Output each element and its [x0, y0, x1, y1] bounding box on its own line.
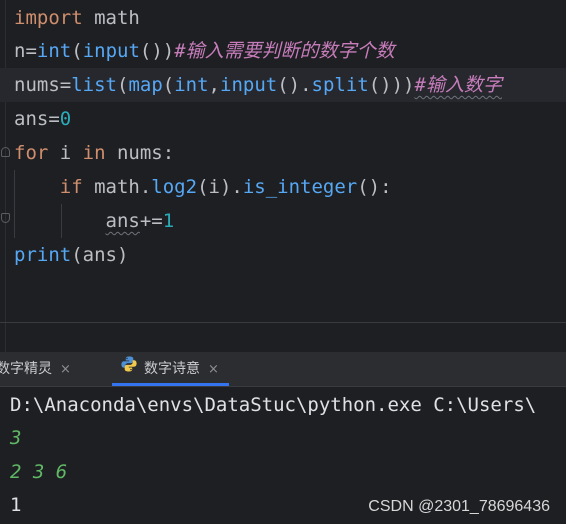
code-token: import	[14, 7, 83, 29]
code-token: is_integer	[242, 176, 358, 198]
code-token: for	[14, 142, 49, 164]
run-console[interactable]: D:\Anaconda\envs\DataStuc\python.exe C:\…	[0, 387, 566, 524]
code-token: ans	[105, 210, 140, 232]
code-token: int	[36, 40, 72, 62]
code-token: print	[14, 244, 72, 266]
tab-label: 数字精灵	[0, 361, 52, 377]
code-token: in	[82, 142, 106, 164]
code-token: #输入数字	[414, 74, 502, 96]
code-line-text: n=int(input())#输入需要判断的数字个数	[14, 34, 395, 68]
code-token: =	[25, 40, 37, 62]
code-line-text: nums=list(map(int,input().split()))#输入数字	[14, 68, 502, 102]
code-token: ()))	[368, 74, 415, 96]
code-token: (	[162, 74, 175, 96]
code-editor[interactable]: import math n=int(input())#输入需要判断的数字个数 num…	[0, 0, 566, 352]
code-line-text: import math	[14, 1, 140, 35]
code-line[interactable]: ans+=1	[0, 204, 566, 238]
code-token: (	[71, 40, 83, 62]
code-token: (	[116, 74, 129, 96]
code-line[interactable]: nums=list(map(int,input().split()))#输入数字	[0, 68, 566, 102]
fold-marker-for-icon[interactable]	[1, 147, 10, 157]
close-icon[interactable]: ×	[60, 362, 71, 377]
code-token: i	[48, 142, 83, 164]
indent-guide	[14, 170, 15, 238]
python-icon	[120, 352, 138, 386]
code-line-text: for i in nums:	[14, 136, 174, 170]
code-token: 1	[162, 210, 175, 232]
code-token: ans	[14, 108, 49, 130]
code-token: ():	[357, 176, 392, 198]
code-line-text: if math.log2(i).is_integer():	[14, 170, 392, 204]
code-token: int	[174, 74, 209, 96]
console-output-line: 1	[10, 494, 22, 516]
code-line-text: ans=0	[14, 102, 71, 136]
code-token: input	[82, 40, 140, 62]
console-command-line: D:\Anaconda\envs\DataStuc\python.exe C:\…	[10, 394, 537, 416]
code-token: ())	[139, 40, 175, 62]
code-line[interactable]: for i in nums:	[0, 136, 566, 170]
code-token: list	[71, 74, 117, 96]
code-token: n	[14, 40, 26, 62]
code-line-text: ans+=1	[14, 204, 175, 238]
fold-marker-end-icon[interactable]	[1, 213, 10, 223]
run-tool-tabs: 数字精灵 × 数字诗意 ×	[0, 352, 566, 387]
tab-run-config-1[interactable]: 数字精灵 ×	[0, 352, 71, 386]
code-token: ,	[208, 74, 220, 96]
code-line[interactable]: if math.log2(i).is_integer():	[0, 170, 566, 204]
code-token: math	[82, 7, 140, 29]
code-token: (ans)	[71, 244, 129, 266]
code-token: math.	[82, 176, 152, 198]
console-input-line: 3	[10, 427, 22, 449]
tab-run-config-2[interactable]: 数字诗意 ×	[112, 352, 229, 386]
code-token: nums	[14, 74, 60, 96]
code-line[interactable]: import math	[0, 1, 566, 35]
code-token: nums:	[105, 142, 175, 164]
code-token: log2	[151, 176, 198, 198]
close-icon[interactable]: ×	[208, 362, 219, 377]
editor-divider	[0, 322, 566, 323]
code-token: input	[220, 74, 278, 96]
code-token: if	[59, 176, 83, 198]
code-line[interactable]: ans=0	[0, 102, 566, 136]
code-token: =	[48, 108, 60, 130]
console-input-line: 2 3 6	[10, 461, 68, 483]
code-token: ().	[277, 74, 312, 96]
indent-guide	[61, 204, 62, 238]
code-line-text: print(ans)	[14, 238, 128, 272]
code-line[interactable]: print(ans)	[0, 238, 566, 272]
code-token: =	[59, 74, 72, 96]
code-token: (i).	[197, 176, 243, 198]
code-token: split	[311, 74, 369, 96]
watermark: CSDN @2301_78696436	[368, 498, 550, 515]
code-line[interactable]: n=int(input())#输入需要判断的数字个数	[0, 34, 566, 68]
code-token: #输入需要判断的数字个数	[174, 40, 395, 62]
tab-label: 数字诗意	[144, 361, 200, 377]
code-token: map	[128, 74, 163, 96]
code-token: 0	[59, 108, 72, 130]
code-token: +=	[139, 210, 163, 232]
